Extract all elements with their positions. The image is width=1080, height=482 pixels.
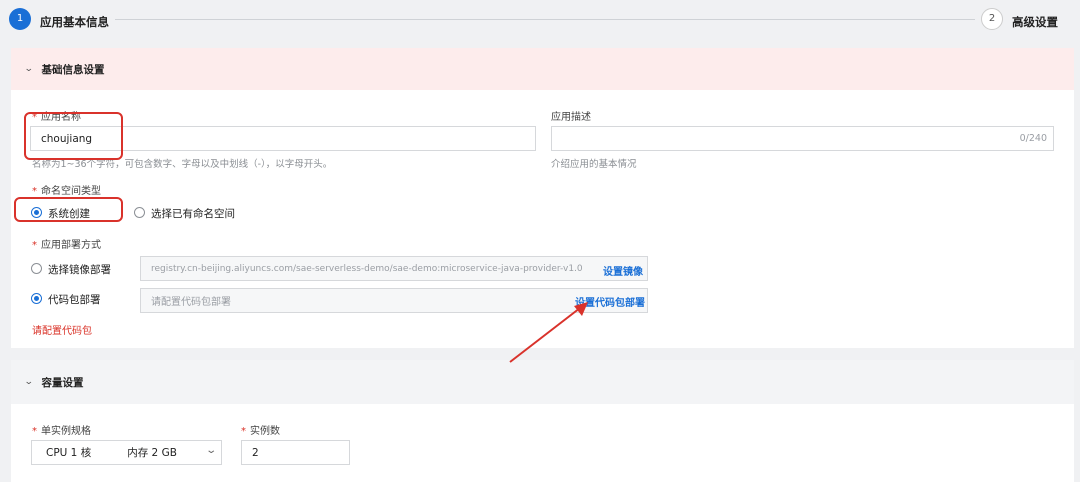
code-package-error: 请配置代码包 — [32, 326, 92, 337]
deploy-label: * 应用部署方式 — [32, 240, 101, 251]
required-mark: * — [241, 426, 246, 437]
chevron-down-icon[interactable]: ⌄ — [24, 377, 34, 387]
annotation-arrow-icon — [509, 302, 588, 363]
step-2-indicator[interactable]: 2 — [981, 8, 1003, 30]
spec-select[interactable]: CPU 1 核 内存 2 GB ⌄ — [31, 440, 222, 465]
chevron-down-icon[interactable]: ⌄ — [205, 445, 217, 456]
app-desc-input[interactable]: 0/240 — [551, 126, 1054, 151]
chevron-down-icon[interactable]: ⌄ — [24, 64, 34, 74]
basic-info-title: 基础信息设置 — [41, 63, 105, 76]
char-counter: 0/240 — [1019, 133, 1047, 144]
annotation-box-app-name — [24, 112, 123, 160]
step-1-indicator[interactable]: 1 — [9, 8, 31, 30]
spec-label: * 单实例规格 — [32, 426, 91, 437]
step-1-label[interactable]: 应用基本信息 — [40, 14, 109, 30]
deploy-image-label[interactable]: 选择镜像部署 — [48, 262, 111, 277]
step-2-label[interactable]: 高级设置 — [1012, 14, 1058, 30]
deploy-code-label[interactable]: 代码包部署 — [48, 292, 101, 307]
app-desc-label: 应用描述 — [551, 112, 591, 123]
required-mark: * — [32, 426, 37, 437]
app-desc-hint: 介绍应用的基本情况 — [551, 159, 637, 170]
required-mark: * — [32, 240, 37, 251]
required-mark: * — [32, 186, 37, 197]
image-input[interactable]: registry.cn-beijing.aliyuncs.com/sae-ser… — [140, 256, 648, 281]
deploy-code-radio[interactable] — [31, 293, 42, 304]
step-connector — [115, 19, 975, 20]
basic-info-header[interactable]: ⌄ 基础信息设置 — [11, 48, 1074, 90]
spec-cpu: CPU 1 核 — [46, 447, 92, 459]
namespace-label: * 命名空间类型 — [32, 186, 101, 197]
capacity-title: 容量设置 — [41, 376, 84, 389]
spec-memory: 内存 2 GB — [127, 447, 177, 459]
namespace-existing-radio[interactable] — [134, 207, 145, 218]
instances-input[interactable]: 2 — [241, 440, 350, 465]
instances-label: * 实例数 — [241, 426, 280, 437]
capacity-panel: ⌄ 容量设置 * 单实例规格 CPU 1 核 内存 2 GB ⌄ * 实例数 2 — [11, 360, 1074, 482]
namespace-existing-label[interactable]: 选择已有命名空间 — [151, 206, 235, 221]
deploy-image-radio[interactable] — [31, 263, 42, 274]
set-image-link[interactable]: 设置镜像 — [603, 263, 643, 278]
annotation-box-namespace — [14, 197, 123, 222]
